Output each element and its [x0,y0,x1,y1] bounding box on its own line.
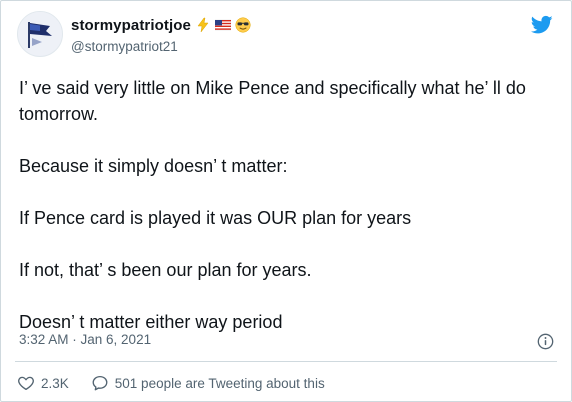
tweet-text: I’ ve said very little on Mike Pence and… [19,75,555,335]
like-count: 2.3K [41,375,69,391]
heart-icon [18,376,34,391]
conversation-button[interactable]: 501 people are Tweeting about this [91,374,325,392]
tweet-paragraph: If not, that’ s been our plan for years. [19,260,312,280]
conversation-label: 501 people are Tweeting about this [114,375,325,391]
tweet-paragraph: I’ ve said very little on Mike Pence and… [19,78,526,124]
like-button[interactable]: 2.3K [17,374,69,392]
speech-bubble-icon [92,375,108,391]
lightning-bolt-emoji [195,17,211,33]
tweet-timestamp[interactable]: 3:32 AM · Jan 6, 2021 [19,332,151,347]
info-icon[interactable] [537,333,554,350]
flag-avatar-icon [18,12,62,56]
avatar[interactable] [17,11,63,57]
sunglasses-emoji [235,17,251,33]
tweet-paragraph: If Pence card is played it was OUR plan … [19,208,412,228]
divider [15,361,557,362]
user-handle[interactable]: @stormypatriot21 [71,39,178,54]
tweet-actions: 2.3K 501 people are Tweeting about this [17,373,325,393]
name-row: stormypatriotjoe [71,15,251,35]
twitter-bird-icon[interactable] [531,15,553,35]
tweet-card[interactable]: stormypatriotjoe @stormypatriot21 I’ ve … [0,0,572,402]
tweet-paragraph: Because it simply doesn’ t matter: [19,156,288,176]
us-flag-emoji [214,17,231,33]
display-name[interactable]: stormypatriotjoe [71,17,191,34]
